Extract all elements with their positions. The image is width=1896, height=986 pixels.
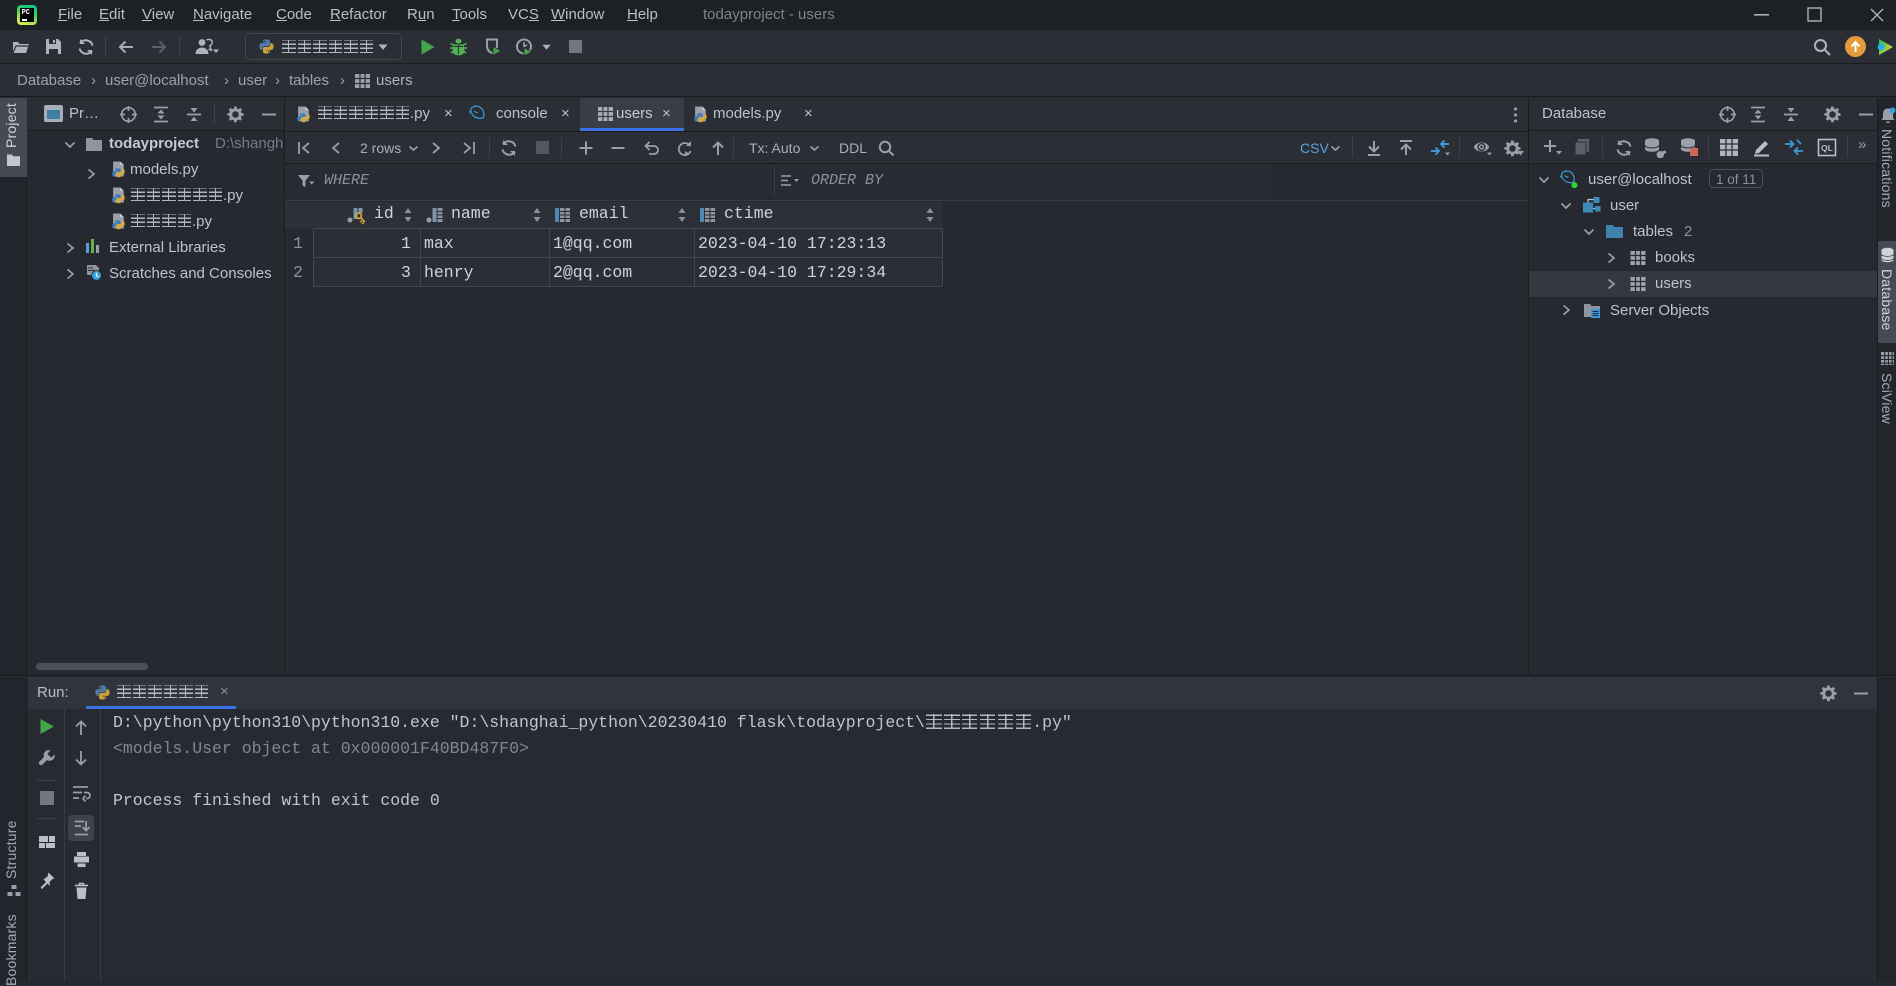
svg-text:QL: QL (1821, 143, 1833, 153)
